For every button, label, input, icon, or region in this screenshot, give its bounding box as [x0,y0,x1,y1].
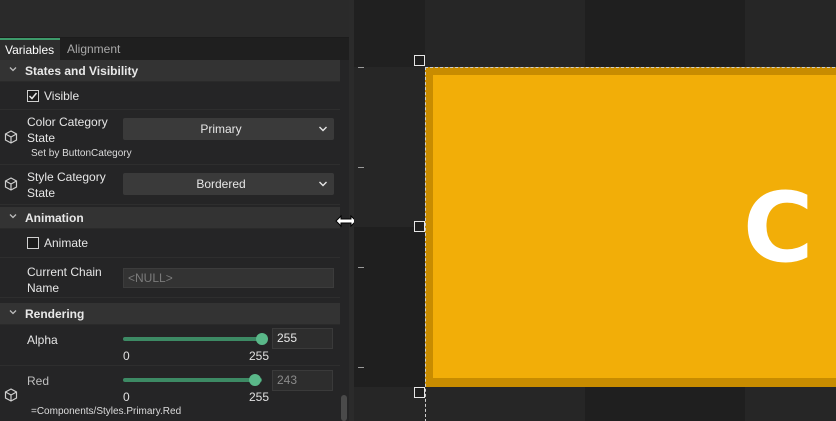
style-category-value: Bordered [196,177,246,191]
animate-checkbox[interactable] [27,237,39,249]
color-category-value: Primary [200,122,242,136]
resize-handle-middle-left[interactable] [414,221,425,232]
resize-handle-top-left[interactable] [414,55,425,66]
alpha-label: Alpha [27,333,58,347]
visible-checkbox[interactable] [27,90,39,102]
current-chain-label-2: Name [27,281,60,295]
alpha-slider-thumb[interactable] [256,333,268,345]
resize-handle-bottom-left[interactable] [414,387,425,398]
ruler-tick [358,367,364,368]
red-value: 243 [277,373,298,387]
alpha-min: 0 [123,349,130,363]
cube-icon [4,388,18,402]
style-category-dropdown[interactable]: Bordered [123,173,334,195]
selection-outline [425,67,836,421]
red-note: =Components/Styles.Primary.Red [31,406,182,417]
current-chain-label-1: Current Chain [27,265,102,279]
design-canvas[interactable]: C [354,0,836,421]
caret-down-icon [319,181,327,187]
alpha-slider[interactable] [123,337,262,341]
canvas-checker [745,0,836,67]
chevron-down-icon [9,214,17,219]
current-chain-row: Current Chain Name <NULL> [0,258,340,298]
ruler-tick [358,67,364,68]
section-rendering[interactable]: Rendering [0,303,340,325]
tab-variables[interactable]: Variables [0,38,60,60]
red-max: 255 [249,390,270,404]
animate-row: Animate [0,230,340,258]
color-category-label-2: State [27,131,56,145]
alpha-max: 255 [249,349,270,363]
color-category-label-1: Color Category [27,115,108,129]
color-category-dropdown[interactable]: Primary [123,118,334,140]
section-title: States and Visibility [25,64,139,78]
alpha-value-input[interactable]: 255 [272,328,333,349]
tab-bar: Variables Alignment [0,38,349,60]
checkmark-icon [28,92,38,100]
canvas-checker [425,0,585,67]
current-chain-input[interactable]: <NULL> [123,268,334,288]
style-category-label-1: Style Category [27,170,106,184]
style-category-row: Style Category State Bordered [0,165,340,205]
panel-toolbar [0,0,349,38]
cube-icon [4,130,18,144]
ruler-tick [358,267,364,268]
section-animation[interactable]: Animation [0,207,340,229]
red-slider[interactable] [123,378,262,382]
section-title: Animation [25,211,84,225]
red-row: Red 0 255 243 =Components/Styles.Primary… [0,366,340,421]
caret-down-icon [319,126,327,132]
current-chain-placeholder: <NULL> [128,271,173,285]
section-states-visibility[interactable]: States and Visibility [0,60,340,82]
chevron-down-icon [9,67,17,72]
red-label: Red [27,374,50,388]
visible-row: Visible [0,83,340,110]
red-min: 0 [123,390,130,404]
alpha-row: Alpha 0 255 255 [0,326,340,366]
style-category-label-2: State [27,186,56,200]
cube-icon [4,177,18,191]
color-category-row: Color Category State Primary Set by Butt… [0,110,340,165]
section-title: Rendering [25,307,85,321]
red-value-input[interactable]: 243 [272,370,333,391]
canvas-checker [585,0,745,67]
animate-label: Animate [44,236,89,250]
visible-label: Visible [44,89,80,103]
alpha-value: 255 [277,331,298,345]
panel-scrollbar[interactable] [341,395,347,421]
red-slider-thumb[interactable] [249,374,262,386]
chevron-down-icon [9,310,17,315]
ruler-tick [358,167,364,168]
tab-alignment[interactable]: Alignment [62,38,125,60]
color-category-note: Set by ButtonCategory [31,148,132,159]
properties-panel: Variables Alignment States and Visibilit… [0,0,349,421]
